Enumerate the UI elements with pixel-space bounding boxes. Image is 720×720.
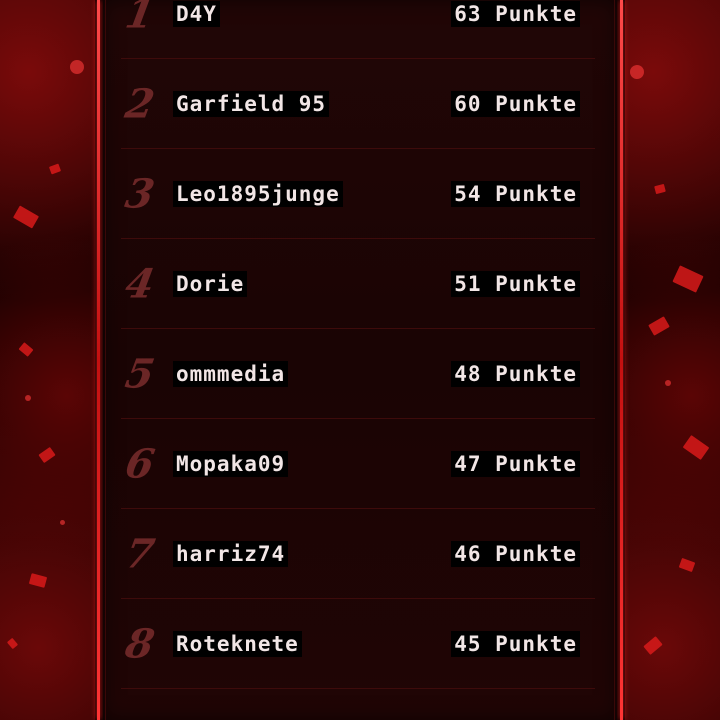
left-frame-border (97, 0, 100, 720)
player-points: 48 Punkte (451, 360, 580, 387)
player-points: 51 Punkte (451, 270, 580, 297)
leaderboard-row: 8 Roteknete 45 Punkte (121, 599, 595, 689)
right-frame-border (620, 0, 623, 720)
left-background-decoration (0, 0, 95, 720)
player-name: Leo1895junge (173, 180, 343, 207)
panel-inner-border-left (105, 0, 106, 720)
rank-number: 3 (121, 170, 158, 217)
player-points: 54 Punkte (451, 180, 580, 207)
player-points: 47 Punkte (451, 450, 580, 477)
rank-number: 4 (121, 260, 158, 307)
leaderboard-row: 1 D4Y 63 Punkte (121, 0, 595, 59)
player-points: 46 Punkte (451, 540, 580, 567)
leaderboard-row: 6 Mopaka09 47 Punkte (121, 419, 595, 509)
panel-inner-border-right (614, 0, 615, 720)
leaderboard-row: 5 ommmedia 48 Punkte (121, 329, 595, 419)
player-name: Garfield 95 (173, 90, 330, 117)
rank-number: 8 (121, 620, 158, 667)
player-points: 45 Punkte (451, 630, 580, 657)
player-points: 63 Punkte (451, 0, 580, 27)
player-name: Mopaka09 (173, 450, 289, 477)
player-name: harriz74 (173, 540, 289, 567)
player-name: Roteknete (173, 630, 302, 657)
right-background-decoration (625, 0, 720, 720)
rank-number: 5 (121, 350, 158, 397)
rank-number: 7 (121, 530, 158, 577)
leaderboard-row: 3 Leo1895junge 54 Punkte (121, 149, 595, 239)
rank-number: 2 (121, 80, 158, 127)
rank-number: 1 (121, 0, 158, 37)
leaderboard-row: 2 Garfield 95 60 Punkte (121, 59, 595, 149)
player-name: Dorie (173, 270, 248, 297)
leaderboard-row: 4 Dorie 51 Punkte (121, 239, 595, 329)
player-points: 60 Punkte (451, 90, 580, 117)
player-name: D4Y (173, 0, 220, 27)
rank-number: 6 (121, 440, 158, 487)
leaderboard-row: 7 harriz74 46 Punkte (121, 509, 595, 599)
player-name: ommmedia (173, 360, 289, 387)
